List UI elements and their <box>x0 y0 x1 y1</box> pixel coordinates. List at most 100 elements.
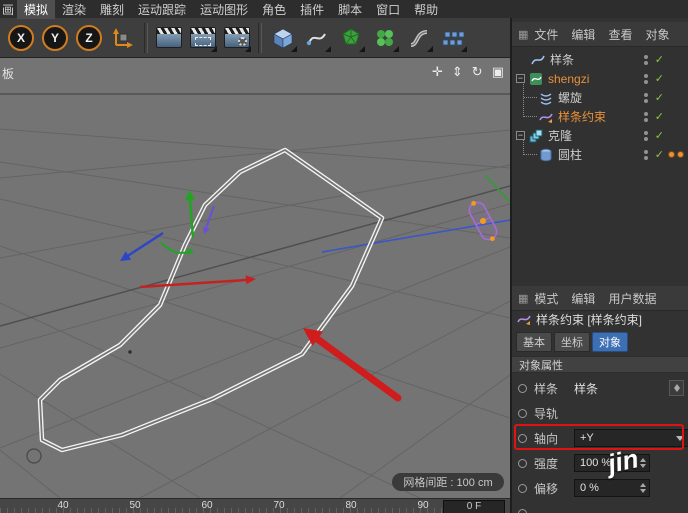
viewport-corner-label: 板 <box>2 65 14 82</box>
visibility-dots[interactable] <box>644 112 648 122</box>
enabled-check-icon[interactable]: ✓ <box>655 129 664 142</box>
attr-label: 强度 <box>534 455 574 472</box>
tree-row-cylinder[interactable]: 圆柱 ✓ <box>512 145 688 164</box>
keyframe-circle[interactable] <box>518 509 527 513</box>
cube-primitive-button[interactable] <box>266 21 300 55</box>
tab-coordinates[interactable]: 坐标 <box>554 332 590 352</box>
dropdown-corner-icon <box>393 46 399 52</box>
y-axis-lock-button[interactable]: Y <box>38 21 72 55</box>
render-view-button[interactable] <box>152 21 186 55</box>
panel-grid-icon[interactable]: ▦ <box>518 292 528 305</box>
right-panel: ▦ 文件 编辑 查看 对象 样条 ✓ − <box>510 18 688 513</box>
axis-dropdown[interactable]: +Y <box>574 429 688 447</box>
tree-row-shengzi[interactable]: − shengzi ✓ <box>512 69 688 88</box>
coordinate-system-icon <box>111 26 135 50</box>
sweep-nurbs-button[interactable] <box>402 21 436 55</box>
tree-row-cloner[interactable]: − 克隆 ✓ <box>512 126 688 145</box>
current-frame-field[interactable]: 0 F <box>443 500 505 513</box>
menubar-item[interactable]: 渲染 <box>55 0 93 19</box>
render-settings-button[interactable] <box>220 21 254 55</box>
mograph-cloner-button[interactable] <box>368 21 402 55</box>
keyframe-circle[interactable] <box>518 484 527 493</box>
toolbar-separator <box>258 23 262 53</box>
section-object-properties[interactable]: 对象属性 <box>512 356 688 373</box>
menubar-item[interactable]: 角色 <box>255 0 293 19</box>
pan-view-icon[interactable]: ✛ <box>432 64 443 80</box>
ruler-number: 80 <box>345 500 356 511</box>
keyframe-circle[interactable] <box>518 434 527 443</box>
timeline-ruler[interactable]: 40 50 60 70 80 90 0 F <box>0 498 510 513</box>
spline-link-value[interactable]: 样条 <box>574 380 598 397</box>
rope-spline-object[interactable] <box>40 150 382 450</box>
spline-pen-button[interactable] <box>300 21 334 55</box>
attr-row-axis: 轴向 +Y <box>512 426 688 450</box>
tree-row-spline[interactable]: 样条 ✓ <box>512 50 688 69</box>
attr-label: 样条 <box>534 380 574 397</box>
ruler-number: 90 <box>417 500 428 511</box>
menubar-item[interactable]: 雕刻 <box>93 0 131 19</box>
panel-grid-icon[interactable]: ▦ <box>518 28 528 41</box>
enabled-check-icon[interactable]: ✓ <box>655 148 664 161</box>
viewport-canvas[interactable] <box>0 58 510 498</box>
tab-basic[interactable]: 基本 <box>516 332 552 352</box>
expand-toggle-icon[interactable]: − <box>516 74 525 83</box>
attribute-object-title: 样条约束 [样条约束] <box>512 308 688 330</box>
expand-toggle-icon[interactable]: − <box>516 131 525 140</box>
om-menu-item[interactable]: 查看 <box>608 26 632 43</box>
am-menu-item[interactable]: 编辑 <box>571 290 595 307</box>
visibility-dots[interactable] <box>644 150 648 160</box>
menubar-item[interactable]: 运动图形 <box>193 0 255 19</box>
viewport-nav: ✛ ⇕ ↻ ▣ <box>432 64 504 80</box>
array-grid-button[interactable] <box>436 21 470 55</box>
capsule-clone-object[interactable] <box>465 197 500 244</box>
keyframe-circle[interactable] <box>518 459 527 468</box>
tree-item-label: 克隆 <box>548 127 572 144</box>
enabled-check-icon[interactable]: ✓ <box>655 53 664 66</box>
attr-label: 偏移 <box>534 480 574 497</box>
tab-object[interactable]: 对象 <box>592 332 628 352</box>
link-popup-button[interactable] <box>669 380 684 396</box>
material-tag-dots[interactable] <box>668 151 684 158</box>
zoom-view-icon[interactable]: ⇕ <box>452 64 463 80</box>
spinner-icon[interactable] <box>640 483 646 493</box>
menubar-item[interactable]: 帮助 <box>407 0 445 19</box>
maximize-view-icon[interactable]: ▣ <box>492 64 504 80</box>
offset-field[interactable]: 0 % <box>574 479 650 497</box>
tree-connector <box>524 116 537 117</box>
keyframe-circle[interactable] <box>518 409 527 418</box>
render-region-button[interactable] <box>186 21 220 55</box>
object-manager-tree: 样条 ✓ − shengzi ✓ 螺旋 ✓ <box>512 48 688 286</box>
x-axis-lock-button[interactable]: X <box>4 21 38 55</box>
visibility-dots[interactable] <box>644 131 648 141</box>
keyframe-circle[interactable] <box>518 384 527 393</box>
enabled-check-icon[interactable]: ✓ <box>655 72 664 85</box>
enabled-check-icon[interactable]: ✓ <box>655 110 664 123</box>
dropdown-corner-icon <box>359 46 365 52</box>
strength-field[interactable]: 100 % <box>574 454 650 472</box>
menubar-item[interactable]: 运动跟踪 <box>131 0 193 19</box>
menubar-item[interactable]: 模拟 <box>17 0 55 19</box>
menubar-item[interactable]: 脚本 <box>331 0 369 19</box>
visibility-dots[interactable] <box>644 93 648 103</box>
x-axis-icon: X <box>8 25 34 51</box>
visibility-dots[interactable] <box>644 74 648 84</box>
spinner-icon[interactable] <box>640 458 646 468</box>
tree-row-helix[interactable]: 螺旋 ✓ <box>512 88 688 107</box>
z-axis-lock-button[interactable]: Z <box>72 21 106 55</box>
coordinate-system-button[interactable] <box>106 21 140 55</box>
tree-row-spline-wrap[interactable]: 样条约束 ✓ <box>512 107 688 126</box>
visibility-dots[interactable] <box>644 55 648 65</box>
om-menu-item[interactable]: 对象 <box>645 26 669 43</box>
enabled-check-icon[interactable]: ✓ <box>655 91 664 104</box>
viewport-3d[interactable]: 板 ✛ ⇕ ↻ ▣ 网格间距 : 100 cm <box>0 58 510 498</box>
rotate-view-icon[interactable]: ↻ <box>472 64 483 80</box>
am-menu-item[interactable]: 模式 <box>534 290 558 307</box>
platonic-primitive-button[interactable] <box>334 21 368 55</box>
spline-object-icon <box>531 52 546 67</box>
menubar-item[interactable]: 插件 <box>293 0 331 19</box>
om-menu-item[interactable]: 编辑 <box>571 26 595 43</box>
om-menu-item[interactable]: 文件 <box>534 26 558 43</box>
menubar-item[interactable]: 窗口 <box>369 0 407 19</box>
menubar-item-partial[interactable]: 画 <box>0 0 17 19</box>
am-menu-item[interactable]: 用户数据 <box>608 290 656 307</box>
